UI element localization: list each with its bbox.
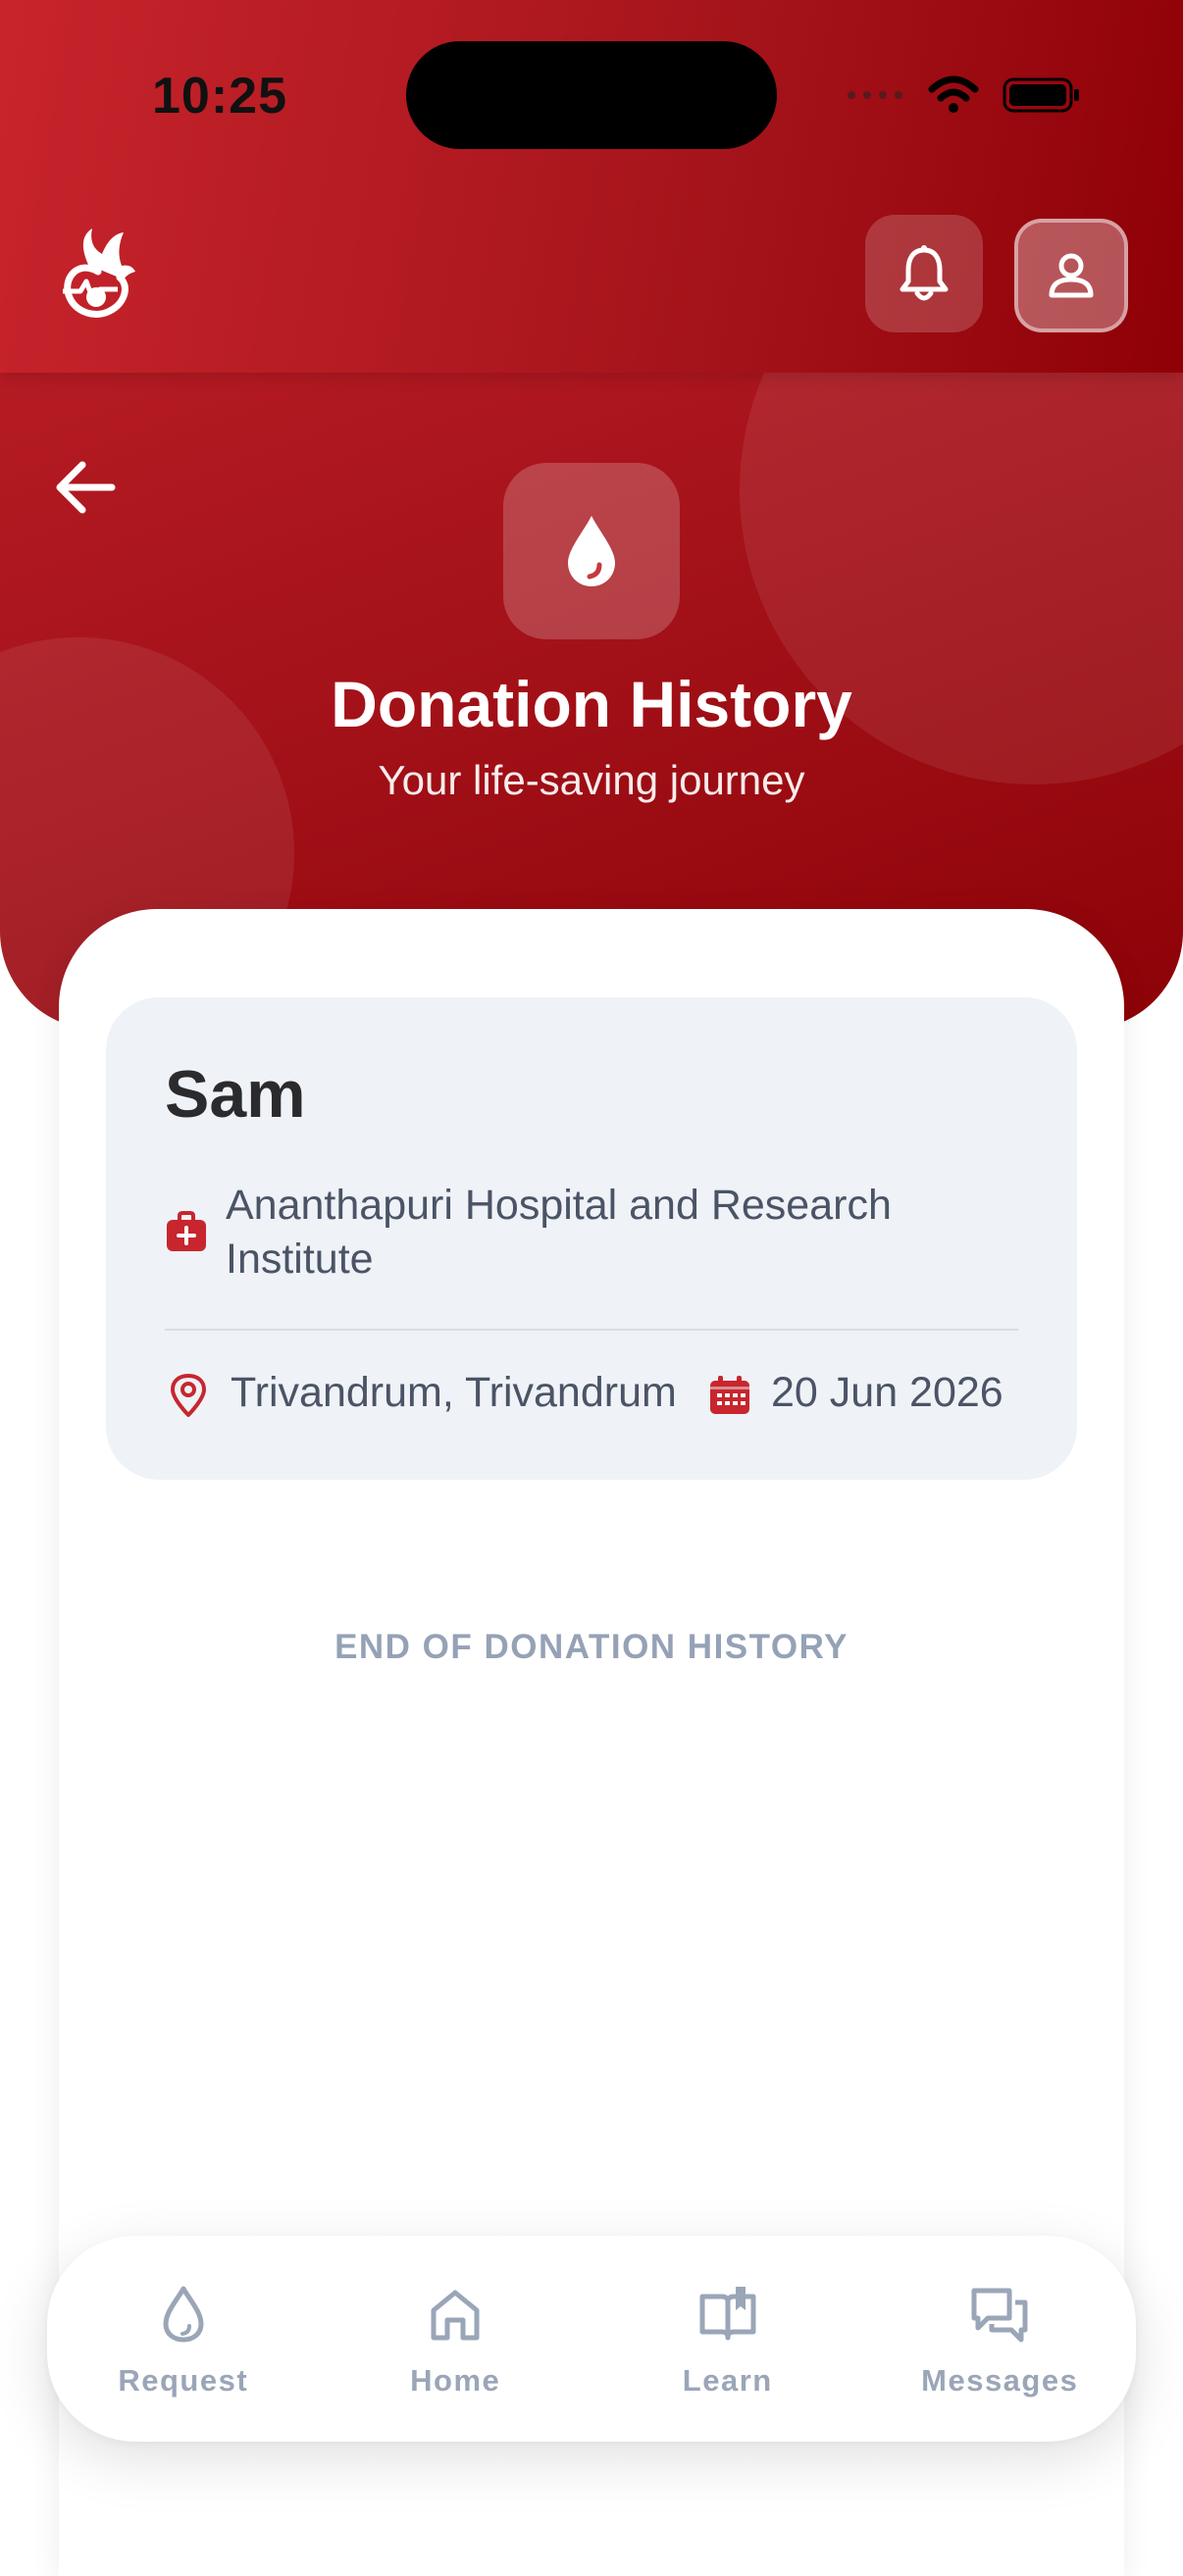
dynamic-island <box>406 41 777 149</box>
donor-name: Sam <box>165 1057 306 1132</box>
chat-bubbles-icon <box>971 2288 1028 2343</box>
wifi-icon <box>928 76 979 113</box>
donation-date: 20 Jun 2026 <box>771 1369 1003 1416</box>
bottom-navigation: Request Home Learn Messages <box>47 2236 1136 2442</box>
page-subtitle: Your life-saving journey <box>378 757 805 803</box>
location-pin-icon <box>171 1374 206 1417</box>
notifications-button[interactable] <box>865 215 983 332</box>
home-icon <box>431 2290 480 2341</box>
status-time: 10:25 <box>152 68 287 125</box>
medical-kit-icon <box>167 1211 206 1251</box>
profile-button[interactable] <box>1014 219 1128 332</box>
bell-icon <box>900 245 949 301</box>
blood-drop-icon <box>568 516 615 586</box>
battery-icon <box>1003 77 1079 113</box>
page-title: Donation History <box>331 668 852 740</box>
book-open-icon <box>699 2287 756 2341</box>
card-divider <box>165 1329 1018 1331</box>
arrow-left-icon[interactable] <box>51 453 120 522</box>
nav-label-messages: Messages <box>921 2363 1079 2398</box>
nav-home[interactable]: Home <box>320 2236 592 2442</box>
hospital-name: Ananthapuri Hospital and Research Instit… <box>226 1182 892 1283</box>
nav-learn[interactable]: Learn <box>592 2236 864 2442</box>
user-icon <box>1049 253 1094 298</box>
nav-request[interactable]: Request <box>47 2236 320 2442</box>
donation-location: Trivandrum, Trivandrum <box>231 1369 677 1416</box>
nav-label-request: Request <box>118 2363 249 2398</box>
signal-icon <box>848 91 902 99</box>
calendar-icon <box>710 1376 749 1414</box>
nav-label-home: Home <box>410 2363 501 2398</box>
blood-drop-badge <box>503 463 680 639</box>
blood-drop-outline-icon <box>163 2286 204 2343</box>
list-end-label: END OF DONATION HISTORY <box>334 1628 849 1666</box>
dove-heart-logo[interactable] <box>59 221 137 324</box>
status-indicators <box>846 71 1081 120</box>
nav-messages[interactable]: Messages <box>864 2236 1137 2442</box>
nav-label-learn: Learn <box>682 2363 773 2398</box>
